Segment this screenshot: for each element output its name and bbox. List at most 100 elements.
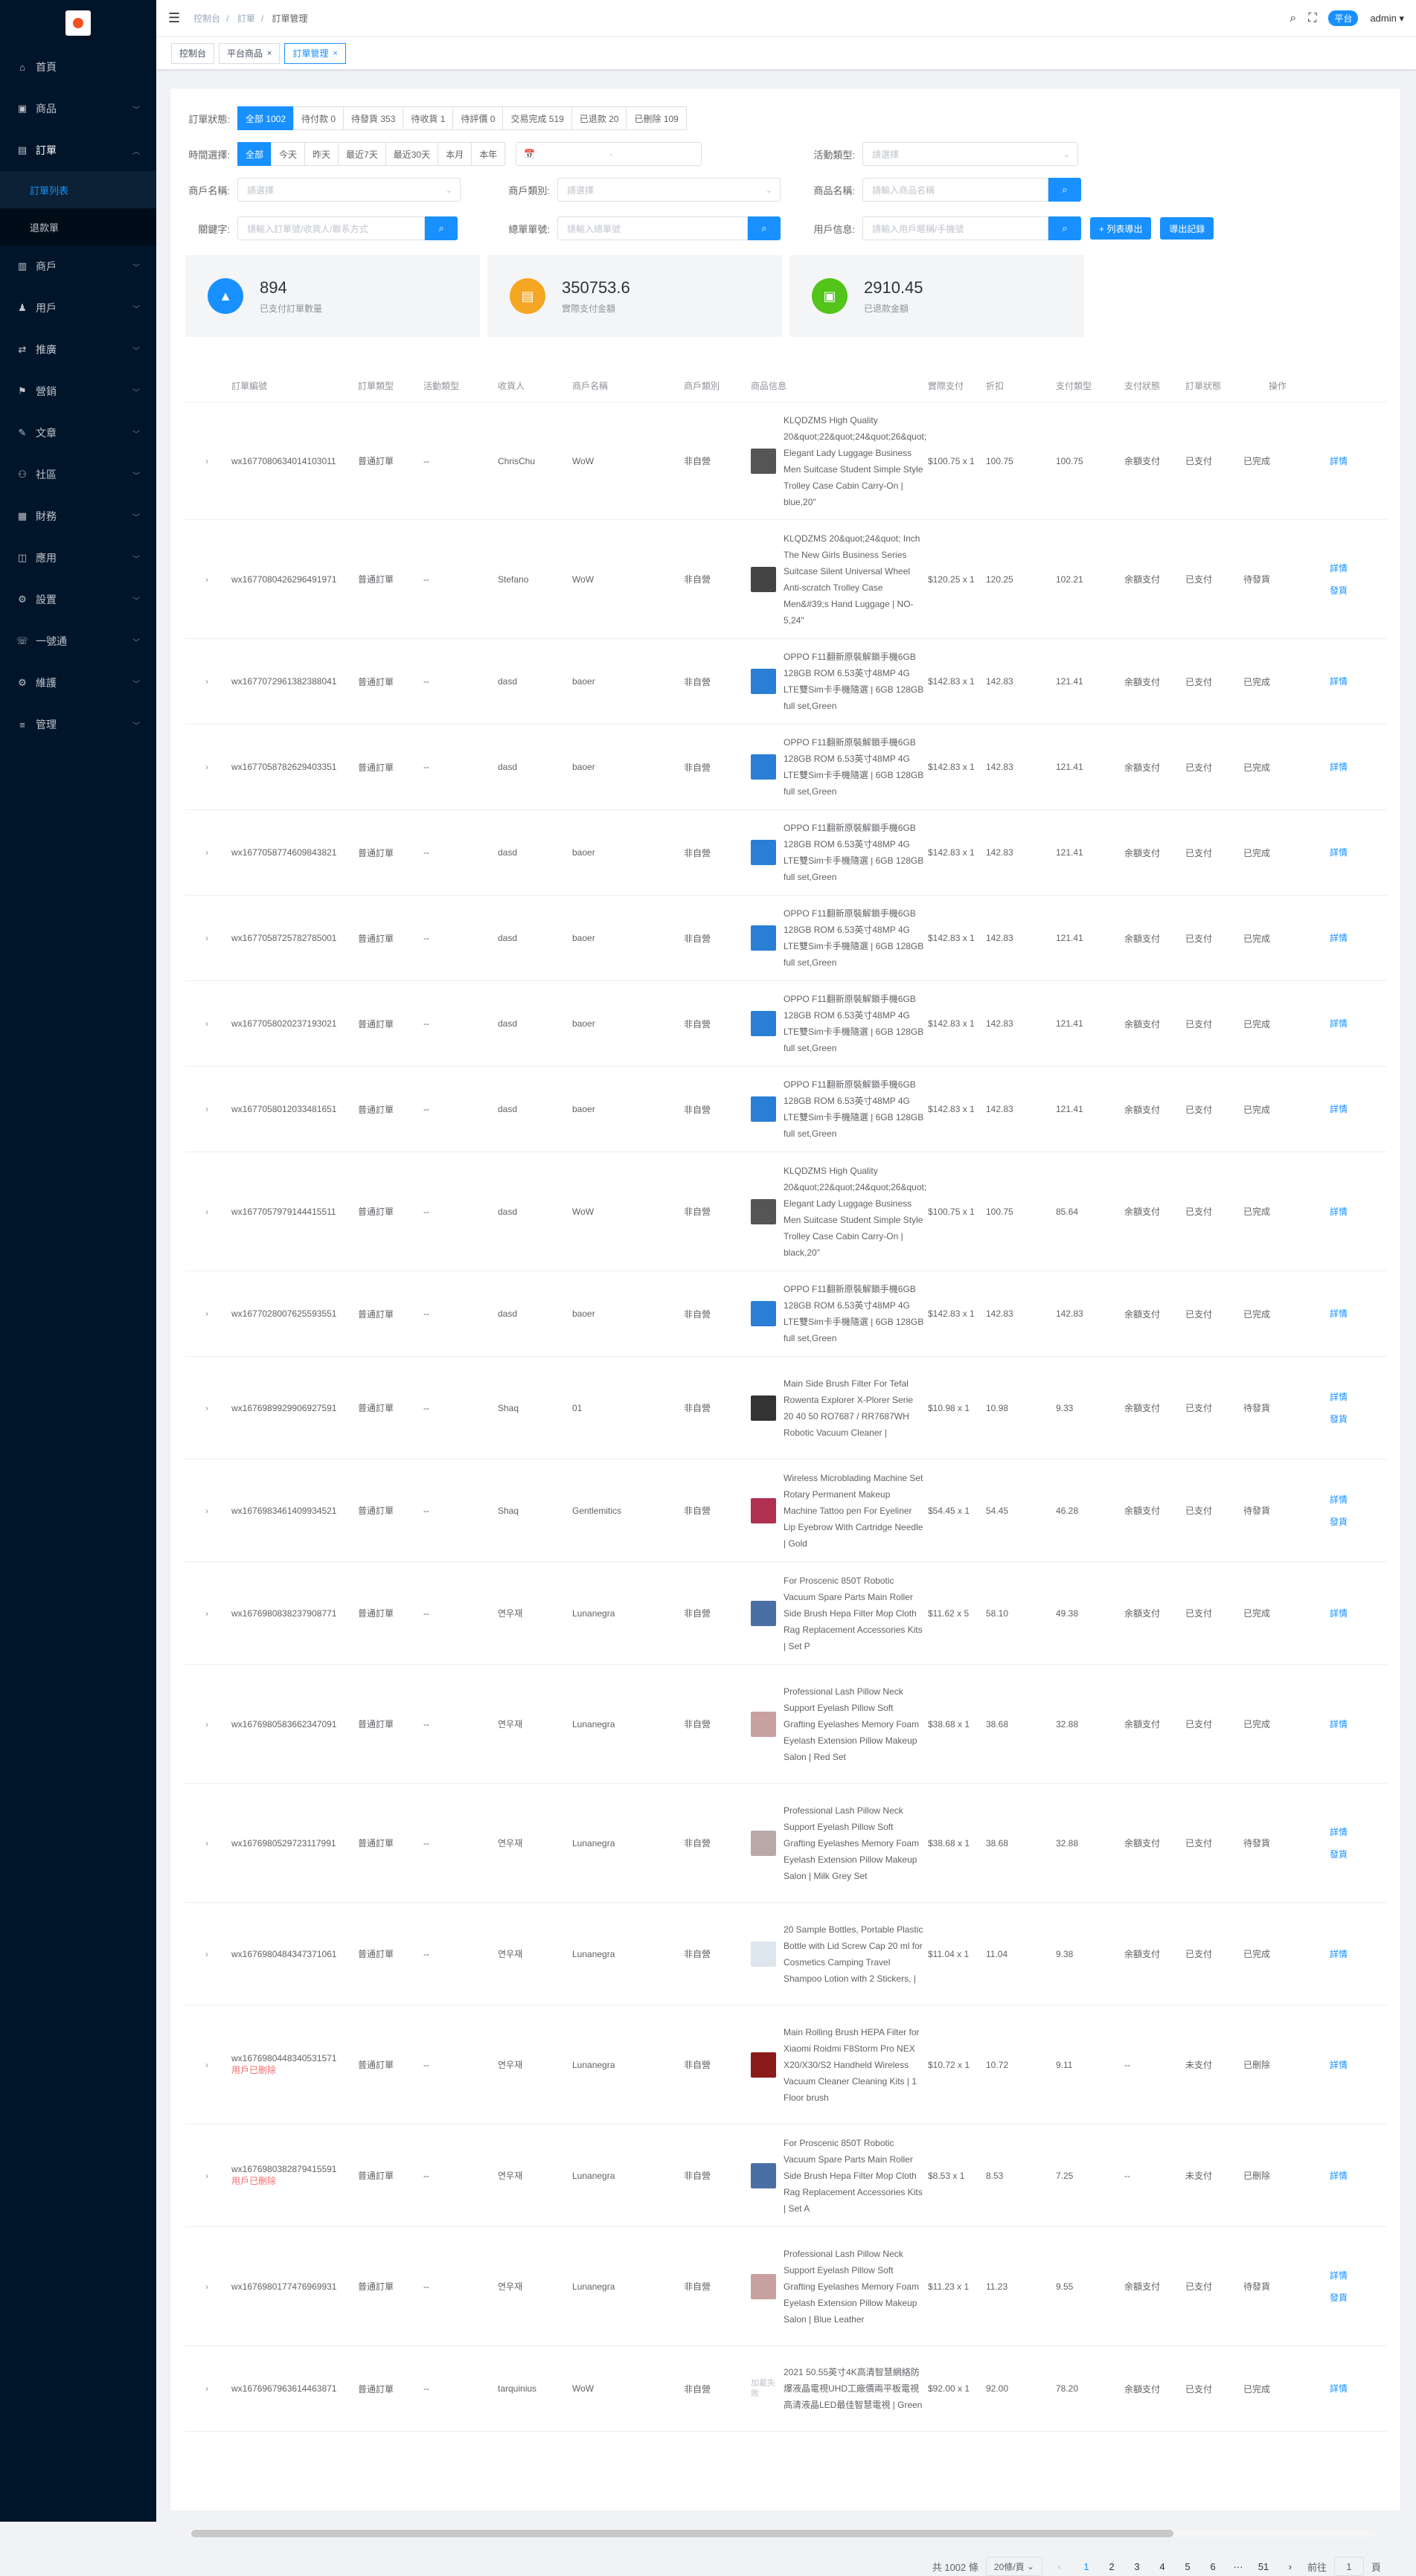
horizontal-scrollbar[interactable] bbox=[185, 2530, 1376, 2537]
page-number[interactable]: ··· bbox=[1228, 2557, 1248, 2576]
detail-link[interactable]: 詳情 bbox=[1330, 670, 1376, 693]
page-number[interactable]: 1 bbox=[1077, 2557, 1096, 2576]
submenu-item[interactable]: 退款單 bbox=[0, 208, 156, 245]
search-button[interactable]: ⌕ bbox=[1048, 216, 1081, 240]
hamburger-icon[interactable]: ☰ bbox=[168, 10, 180, 26]
expand-icon[interactable]: › bbox=[185, 1104, 228, 1114]
detail-link[interactable]: 詳情 bbox=[1330, 1201, 1376, 1223]
time-option[interactable]: 最近7天 bbox=[338, 142, 386, 166]
detail-link[interactable]: 詳情 bbox=[1330, 2165, 1376, 2187]
breadcrumb-item[interactable]: 訂單 bbox=[237, 13, 255, 24]
sidebar-item[interactable]: ⇄ 推廣 ﹀ bbox=[0, 329, 156, 370]
breadcrumb-item[interactable]: 控制台 bbox=[193, 13, 220, 24]
expand-icon[interactable]: › bbox=[185, 1838, 228, 1849]
time-option[interactable]: 本年 bbox=[471, 142, 506, 166]
page-number[interactable]: 6 bbox=[1203, 2557, 1223, 2576]
page-number[interactable]: 3 bbox=[1127, 2557, 1147, 2576]
ship-link[interactable]: 發貨 bbox=[1330, 1843, 1376, 1866]
merchant-select[interactable]: 請選擇 ⌄ bbox=[237, 178, 461, 202]
status-option[interactable]: 待發貨 353 bbox=[343, 106, 404, 130]
detail-link[interactable]: 詳情 bbox=[1330, 1943, 1376, 1965]
expand-icon[interactable]: › bbox=[185, 1207, 228, 1217]
expand-icon[interactable]: › bbox=[185, 2060, 228, 2070]
goto-page-input[interactable]: 1 bbox=[1333, 2557, 1364, 2576]
keyword-input[interactable]: 請輸入訂單號/收貨人/聯系方式 bbox=[237, 216, 425, 240]
expand-icon[interactable]: › bbox=[185, 933, 228, 943]
total-order-input[interactable]: 請輸入總單號 bbox=[557, 216, 748, 240]
detail-link[interactable]: 詳情 bbox=[1330, 557, 1376, 579]
page-number[interactable]: 5 bbox=[1178, 2557, 1197, 2576]
product-input[interactable]: 請輸入商品名稱 bbox=[862, 178, 1048, 202]
sidebar-item[interactable]: ▥ 商戶 ﹀ bbox=[0, 245, 156, 287]
sidebar-item[interactable]: ◫ 應用 ﹀ bbox=[0, 537, 156, 579]
sidebar-item[interactable]: ≡ 管理 ﹀ bbox=[0, 704, 156, 745]
detail-link[interactable]: 詳情 bbox=[1330, 1713, 1376, 1735]
expand-icon[interactable]: › bbox=[185, 762, 228, 772]
tab-tag[interactable]: 控制台 bbox=[171, 42, 215, 64]
user-menu[interactable]: admin ▾ bbox=[1370, 13, 1404, 25]
merchant-category-select[interactable]: 請選擇 ⌄ bbox=[557, 178, 781, 202]
ship-link[interactable]: 發貨 bbox=[1330, 579, 1376, 602]
sidebar-item[interactable]: ♟ 用戶 ﹀ bbox=[0, 287, 156, 329]
status-option[interactable]: 已退款 20 bbox=[571, 106, 627, 130]
ship-link[interactable]: 發貨 bbox=[1330, 2287, 1376, 2309]
next-page-button[interactable]: › bbox=[1281, 2557, 1300, 2576]
sidebar-item[interactable]: ⌂ 首頁 bbox=[0, 46, 156, 88]
search-button[interactable]: ⌕ bbox=[748, 216, 781, 240]
expand-icon[interactable]: › bbox=[185, 676, 228, 687]
expand-icon[interactable]: › bbox=[185, 1608, 228, 1619]
expand-icon[interactable]: › bbox=[185, 2171, 228, 2181]
time-option[interactable]: 今天 bbox=[271, 142, 306, 166]
sidebar-item[interactable]: ▣ 商品 ﹀ bbox=[0, 88, 156, 129]
status-option[interactable]: 待付款 0 bbox=[293, 106, 345, 130]
ship-link[interactable]: 發貨 bbox=[1330, 1408, 1376, 1430]
expand-icon[interactable]: › bbox=[185, 574, 228, 585]
status-option[interactable]: 全部 1002 bbox=[237, 106, 295, 130]
sidebar-item[interactable]: ⚙ 設置 ﹀ bbox=[0, 579, 156, 620]
detail-link[interactable]: 詳情 bbox=[1330, 1098, 1376, 1120]
fullscreen-icon[interactable]: ⛶ bbox=[1308, 12, 1316, 25]
page-number[interactable]: 4 bbox=[1153, 2557, 1172, 2576]
search-icon[interactable]: ⌕ bbox=[1290, 12, 1296, 25]
detail-link[interactable]: 詳情 bbox=[1330, 1386, 1376, 1408]
close-icon[interactable]: × bbox=[267, 49, 272, 58]
detail-link[interactable]: 詳情 bbox=[1330, 1012, 1376, 1035]
detail-link[interactable]: 詳情 bbox=[1330, 1488, 1376, 1511]
status-option[interactable]: 已刪除 109 bbox=[626, 106, 687, 130]
time-option[interactable]: 昨天 bbox=[304, 142, 339, 166]
time-option[interactable]: 本月 bbox=[438, 142, 472, 166]
expand-icon[interactable]: › bbox=[185, 2383, 228, 2394]
prev-page-button[interactable]: ‹ bbox=[1050, 2557, 1069, 2576]
tab-tag[interactable]: 訂單管理 × bbox=[284, 42, 346, 64]
sidebar-item[interactable]: ⚇ 社區 ﹀ bbox=[0, 454, 156, 495]
expand-icon[interactable]: › bbox=[185, 1018, 228, 1029]
expand-icon[interactable]: › bbox=[185, 2281, 228, 2292]
export-record-button[interactable]: 導出記錄 bbox=[1160, 217, 1214, 240]
expand-icon[interactable]: › bbox=[185, 1949, 228, 1959]
expand-icon[interactable]: › bbox=[185, 1403, 228, 1413]
expand-icon[interactable]: › bbox=[185, 1719, 228, 1729]
sidebar-item[interactable]: ▤ 訂單 ︿ bbox=[0, 129, 156, 171]
page-number[interactable]: 51 bbox=[1254, 2557, 1273, 2576]
page-number[interactable]: 2 bbox=[1102, 2557, 1121, 2576]
detail-link[interactable]: 詳情 bbox=[1330, 927, 1376, 949]
sidebar-item[interactable]: ☏ 一號通 ﹀ bbox=[0, 620, 156, 662]
activity-select[interactable]: 請選擇 ⌄ bbox=[862, 142, 1078, 166]
detail-link[interactable]: 詳情 bbox=[1330, 756, 1376, 778]
date-range-picker[interactable]: 📅 - bbox=[516, 142, 702, 166]
ship-link[interactable]: 發貨 bbox=[1330, 1511, 1376, 1533]
detail-link[interactable]: 詳情 bbox=[1330, 2377, 1376, 2400]
sidebar-item[interactable]: ✎ 文章 ﹀ bbox=[0, 412, 156, 454]
time-option[interactable]: 全部 bbox=[237, 142, 272, 166]
status-option[interactable]: 交易完成 519 bbox=[502, 106, 572, 130]
detail-link[interactable]: 詳情 bbox=[1330, 450, 1376, 472]
search-button[interactable]: ⌕ bbox=[425, 216, 458, 240]
detail-link[interactable]: 詳情 bbox=[1330, 2264, 1376, 2287]
submenu-item[interactable]: 訂單列表 bbox=[0, 171, 156, 208]
export-list-button[interactable]: + 列表導出 bbox=[1090, 217, 1152, 240]
tab-tag[interactable]: 平台商品 × bbox=[219, 42, 281, 64]
expand-icon[interactable]: › bbox=[185, 1506, 228, 1516]
expand-icon[interactable]: › bbox=[185, 456, 228, 466]
search-button[interactable]: ⌕ bbox=[1048, 178, 1081, 202]
sidebar-item[interactable]: ⚙ 維護 ﹀ bbox=[0, 662, 156, 704]
